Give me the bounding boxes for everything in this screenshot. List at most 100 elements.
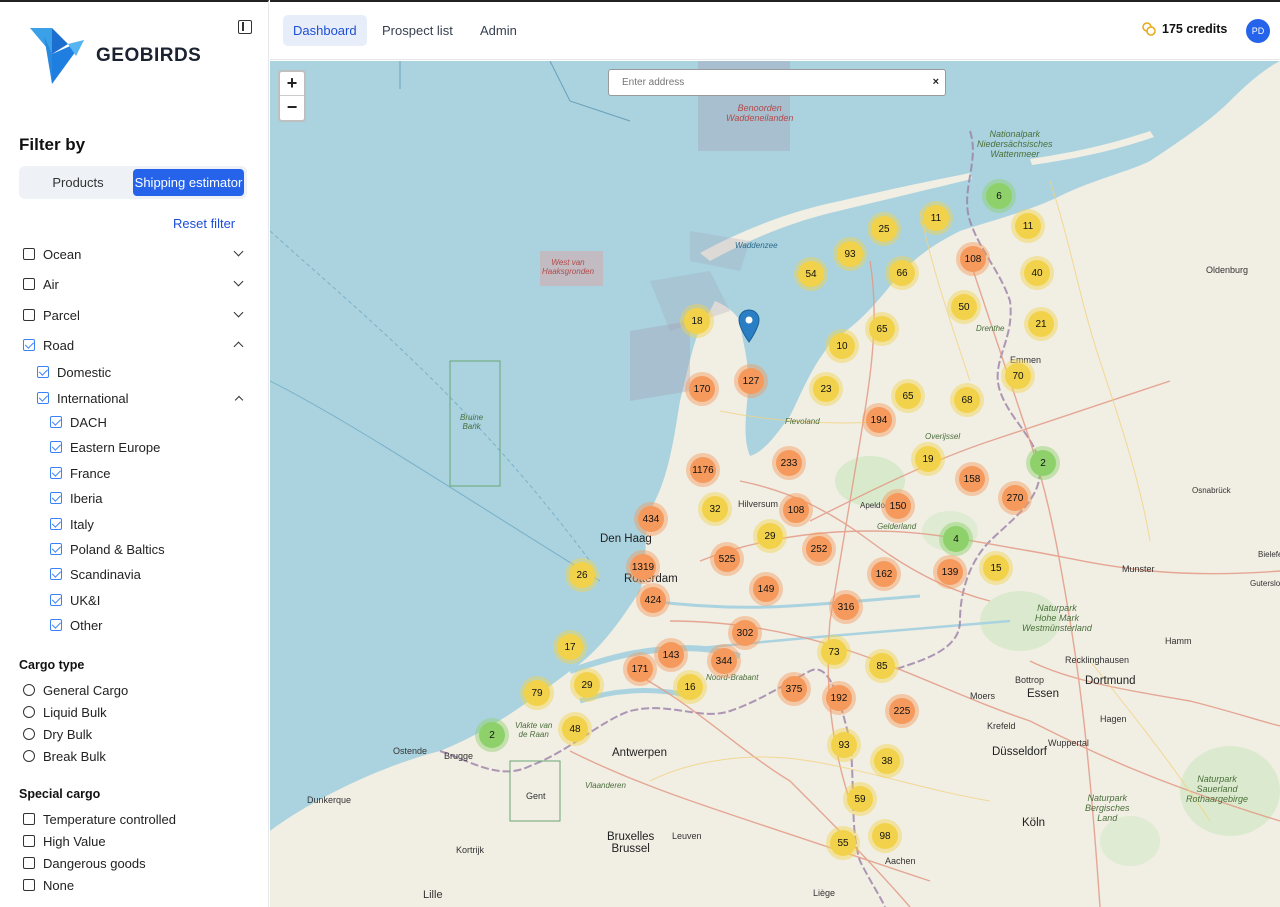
nav-dashboard[interactable]: Dashboard <box>283 15 367 46</box>
region-item[interactable]: DACH <box>50 412 107 432</box>
map-cluster[interactable]: 17 <box>553 630 587 664</box>
map-cluster[interactable]: 344 <box>707 644 741 678</box>
checkbox[interactable] <box>23 857 35 869</box>
checkbox-checked[interactable] <box>50 619 62 631</box>
map-cluster[interactable]: 85 <box>865 649 899 683</box>
map-cluster[interactable]: 127 <box>734 364 768 398</box>
map-cluster[interactable]: 139 <box>933 555 967 589</box>
map-cluster[interactable]: 150 <box>881 489 915 523</box>
mode-road[interactable]: Road <box>23 335 74 355</box>
special-cargo-option[interactable]: Dangerous goods <box>23 853 146 873</box>
checkbox[interactable] <box>23 835 35 847</box>
map-cluster[interactable]: 29 <box>570 668 604 702</box>
checkbox-checked[interactable] <box>50 543 62 555</box>
reset-filter-link[interactable]: Reset filter <box>173 216 235 231</box>
map-cluster[interactable]: 11 <box>1011 209 1045 243</box>
special-cargo-option[interactable]: Temperature controlled <box>23 809 176 829</box>
radio[interactable] <box>23 750 35 762</box>
map-cluster[interactable]: 424 <box>636 583 670 617</box>
zoom-in-button[interactable]: + <box>280 72 304 96</box>
tab-products[interactable]: Products <box>23 169 133 196</box>
checkbox-checked[interactable] <box>50 518 62 530</box>
map-cluster[interactable]: 66 <box>885 256 919 290</box>
cargo-type-option[interactable]: Liquid Bulk <box>23 702 107 722</box>
map-view[interactable]: Den Haag Rotterdam Antwerpen Düsseldorf … <box>270 61 1280 907</box>
brand-logo[interactable]: GEOBIRDS <box>30 26 201 86</box>
map-cluster[interactable]: 11 <box>919 201 953 235</box>
tab-shipping-estimator[interactable]: Shipping estimator <box>133 169 244 196</box>
chevron-down-icon[interactable] <box>233 246 244 257</box>
checkbox[interactable] <box>23 309 35 321</box>
road-international[interactable]: International <box>37 388 129 408</box>
region-item[interactable]: Eastern Europe <box>50 437 160 457</box>
map-cluster[interactable]: 93 <box>827 728 861 762</box>
map-cluster[interactable]: 23 <box>809 372 843 406</box>
checkbox-checked[interactable] <box>50 568 62 580</box>
map-cluster[interactable]: 65 <box>891 379 925 413</box>
map-cluster[interactable]: 2 <box>475 718 509 752</box>
map-cluster[interactable]: 1319 <box>626 550 660 584</box>
mode-parcel[interactable]: Parcel <box>23 305 80 325</box>
map-cluster[interactable]: 2 <box>1026 446 1060 480</box>
map-cluster[interactable]: 32 <box>698 492 732 526</box>
map-cluster[interactable]: 10 <box>825 329 859 363</box>
map-cluster[interactable]: 79 <box>520 676 554 710</box>
map-cluster[interactable]: 270 <box>998 481 1032 515</box>
cargo-type-option[interactable]: Dry Bulk <box>23 724 92 744</box>
map-cluster[interactable]: 16 <box>673 670 707 704</box>
checkbox[interactable] <box>23 248 35 260</box>
cargo-type-option[interactable]: Break Bulk <box>23 746 106 766</box>
map-cluster[interactable]: 302 <box>728 616 762 650</box>
sidebar-collapse-icon[interactable] <box>238 20 252 34</box>
map-cluster[interactable]: 29 <box>753 519 787 553</box>
mode-ocean[interactable]: Ocean <box>23 244 81 264</box>
map-cluster[interactable]: 525 <box>710 542 744 576</box>
map-cluster[interactable]: 108 <box>779 493 813 527</box>
map-cluster[interactable]: 19 <box>911 442 945 476</box>
map-cluster[interactable]: 40 <box>1020 256 1054 290</box>
map-cluster[interactable]: 93 <box>833 237 867 271</box>
nav-prospect-list[interactable]: Prospect list <box>372 15 463 46</box>
chevron-down-icon[interactable] <box>233 276 244 287</box>
checkbox-checked[interactable] <box>23 339 35 351</box>
nav-admin[interactable]: Admin <box>470 15 527 46</box>
map-cluster[interactable]: 73 <box>817 635 851 669</box>
special-cargo-option[interactable]: High Value <box>23 831 106 851</box>
map-cluster[interactable]: 21 <box>1024 307 1058 341</box>
checkbox[interactable] <box>23 278 35 290</box>
map-cluster[interactable]: 170 <box>685 372 719 406</box>
map-cluster[interactable]: 171 <box>623 652 657 686</box>
map-cluster[interactable]: 252 <box>802 532 836 566</box>
map-cluster[interactable]: 316 <box>829 590 863 624</box>
special-cargo-option[interactable]: None <box>23 875 74 895</box>
cargo-type-option[interactable]: General Cargo <box>23 680 128 700</box>
map-cluster[interactable]: 192 <box>822 681 856 715</box>
map-cluster[interactable]: 15 <box>979 551 1013 585</box>
map-cluster[interactable]: 26 <box>565 558 599 592</box>
map-cluster[interactable]: 1176 <box>686 453 720 487</box>
map-cluster[interactable]: 65 <box>865 312 899 346</box>
map-cluster[interactable]: 375 <box>777 672 811 706</box>
radio[interactable] <box>23 728 35 740</box>
chevron-up-icon[interactable] <box>234 395 244 405</box>
region-item[interactable]: Iberia <box>50 488 103 508</box>
map-cluster[interactable]: 4 <box>939 522 973 556</box>
region-item[interactable]: Italy <box>50 514 94 534</box>
map-cluster[interactable]: 18 <box>680 304 714 338</box>
location-pin-icon[interactable] <box>738 309 760 343</box>
map-cluster[interactable]: 149 <box>749 572 783 606</box>
zoom-out-button[interactable]: − <box>280 96 304 120</box>
region-item[interactable]: Poland & Baltics <box>50 539 165 559</box>
checkbox-checked[interactable] <box>37 392 49 404</box>
region-item[interactable]: France <box>50 463 110 483</box>
map-cluster[interactable]: 162 <box>867 557 901 591</box>
map-cluster[interactable]: 50 <box>947 290 981 324</box>
chevron-up-icon[interactable] <box>233 341 244 352</box>
map-cluster[interactable]: 143 <box>654 638 688 672</box>
checkbox-checked[interactable] <box>50 467 62 479</box>
map-cluster[interactable]: 233 <box>772 446 806 480</box>
map-cluster[interactable]: 225 <box>885 694 919 728</box>
map-cluster[interactable]: 54 <box>794 257 828 291</box>
checkbox[interactable] <box>23 813 35 825</box>
map-cluster[interactable]: 59 <box>843 782 877 816</box>
